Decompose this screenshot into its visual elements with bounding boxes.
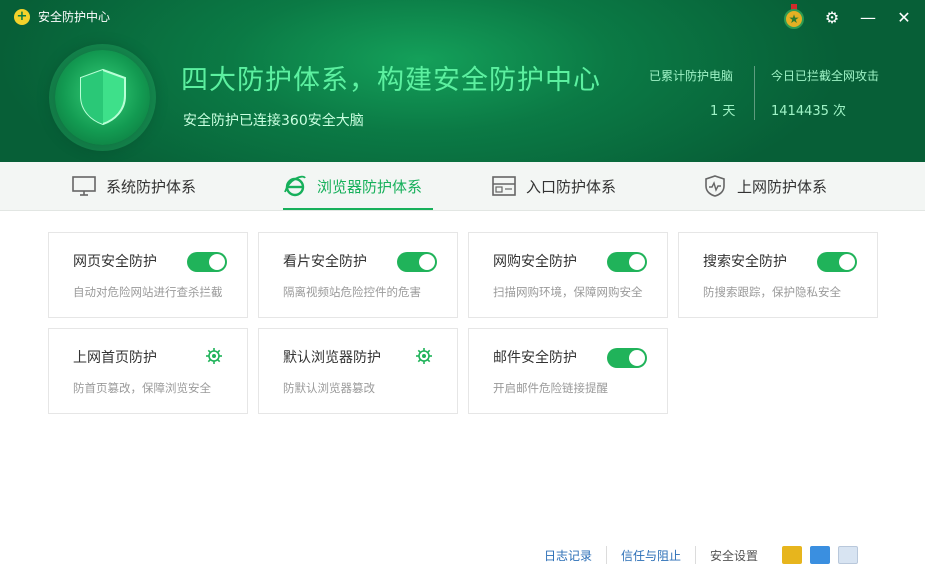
- banner-headline: 四大防护体系，构建安全防护中心: [181, 65, 601, 96]
- footer-divider: [695, 546, 697, 564]
- card-title: 邮件安全防护: [493, 350, 577, 366]
- window-controls: ★ ⚙ — ✕: [783, 4, 913, 30]
- card-homepage-protection: 上网首页防护 防首页篡改，保障浏览安全: [48, 328, 248, 414]
- log-records-link[interactable]: 日志记录: [544, 547, 592, 564]
- shortcut-yellow-icon[interactable]: [782, 546, 803, 564]
- card-description: 防搜索跟踪，保护隐私安全: [703, 285, 841, 299]
- card-title: 网购安全防护: [493, 254, 577, 270]
- tab-label: 入口防护体系: [526, 177, 617, 196]
- footer-shortcuts: [782, 546, 859, 564]
- minimize-icon[interactable]: —: [859, 8, 877, 27]
- card-title: 搜索安全防护: [703, 254, 787, 270]
- tab-browser-protection[interactable]: 浏览器防护体系: [283, 162, 422, 210]
- card-video-protection: 看片安全防护 隔离视频站危险控件的危害: [258, 232, 458, 318]
- video-protection-toggle[interactable]: [397, 252, 437, 272]
- card-description: 防默认浏览器篡改: [283, 381, 375, 395]
- shopping-protection-toggle[interactable]: [607, 252, 647, 272]
- blocked-attacks-value: 1414435 次: [771, 104, 847, 119]
- stats-divider: [754, 66, 755, 120]
- app-logo-icon: +: [14, 8, 30, 25]
- active-tab-indicator: [283, 208, 433, 210]
- card-description: 自动对危险网站进行查杀拦截: [73, 285, 223, 299]
- card-shopping-protection: 网购安全防护 扫描网购环境，保障网购安全: [468, 232, 668, 318]
- ie-browser-icon: [284, 175, 306, 197]
- tab-entrance-protection[interactable]: 入口防护体系: [492, 162, 616, 210]
- homepage-settings-gear-icon[interactable]: [206, 348, 222, 364]
- footer-bar: 日志记录 信任与阻止 安全设置: [544, 546, 859, 564]
- trust-block-link[interactable]: 信任与阻止: [621, 547, 681, 564]
- tab-label: 上网防护体系: [737, 177, 828, 196]
- monitor-icon: [72, 176, 96, 196]
- protection-tabs: 系统防护体系 浏览器防护体系 入口防护体系 上网防护体系: [0, 162, 925, 211]
- shortcut-calendar-icon[interactable]: [838, 546, 859, 564]
- card-description: 扫描网购环境，保障网购安全: [493, 285, 643, 299]
- webpage-protection-toggle[interactable]: [187, 252, 227, 272]
- card-description: 隔离视频站危险控件的危害: [283, 285, 421, 299]
- banner: + 安全防护中心 ★ ⚙ — ✕ 四大防护体系，构建安全防护中心 安全防护已连接…: [0, 0, 925, 162]
- tab-system-protection[interactable]: 系统防护体系: [72, 162, 196, 210]
- protected-days-label: 已累计防护电脑: [649, 69, 734, 83]
- medal-icon[interactable]: ★: [783, 4, 805, 30]
- search-protection-toggle[interactable]: [817, 252, 857, 272]
- protected-days-value: 1 天: [710, 104, 736, 119]
- tab-internet-protection[interactable]: 上网防护体系: [703, 162, 827, 210]
- card-title: 看片安全防护: [283, 254, 367, 270]
- shield-pulse-icon: [705, 175, 725, 197]
- banner-subline: 安全防护已连接360安全大脑: [183, 113, 364, 129]
- default-browser-settings-gear-icon[interactable]: [416, 348, 432, 364]
- email-protection-toggle[interactable]: [607, 348, 647, 368]
- shortcut-download-icon[interactable]: [810, 546, 831, 564]
- card-title: 上网首页防护: [73, 350, 157, 366]
- card-title: 默认浏览器防护: [283, 350, 381, 366]
- tab-label: 浏览器防护体系: [317, 177, 423, 196]
- card-description: 开启邮件危险链接提醒: [493, 381, 608, 395]
- protection-shield-icon: [55, 50, 150, 145]
- card-default-browser-protection: 默认浏览器防护 防默认浏览器篡改: [258, 328, 458, 414]
- card-description: 防首页篡改，保障浏览安全: [73, 381, 211, 395]
- close-icon[interactable]: ✕: [895, 8, 913, 27]
- footer-divider: [606, 546, 608, 564]
- card-title: 网页安全防护: [73, 254, 157, 270]
- window-title: 安全防护中心: [38, 10, 111, 24]
- settings-gear-icon[interactable]: ⚙: [823, 8, 841, 27]
- security-settings-link[interactable]: 安全设置: [710, 547, 758, 564]
- blocked-attacks-label: 今日已拦截全网攻击: [771, 69, 880, 83]
- card-email-protection: 邮件安全防护 开启邮件危险链接提醒: [468, 328, 668, 414]
- entrance-icon: [492, 176, 516, 196]
- card-webpage-protection: 网页安全防护 自动对危险网站进行查杀拦截: [48, 232, 248, 318]
- security-center-window: + 安全防护中心 ★ ⚙ — ✕ 四大防护体系，构建安全防护中心 安全防护已连接…: [0, 0, 925, 584]
- tab-label: 系统防护体系: [106, 177, 197, 196]
- title-bar: + 安全防护中心: [14, 8, 110, 25]
- card-search-protection: 搜索安全防护 防搜索跟踪，保护隐私安全: [678, 232, 878, 318]
